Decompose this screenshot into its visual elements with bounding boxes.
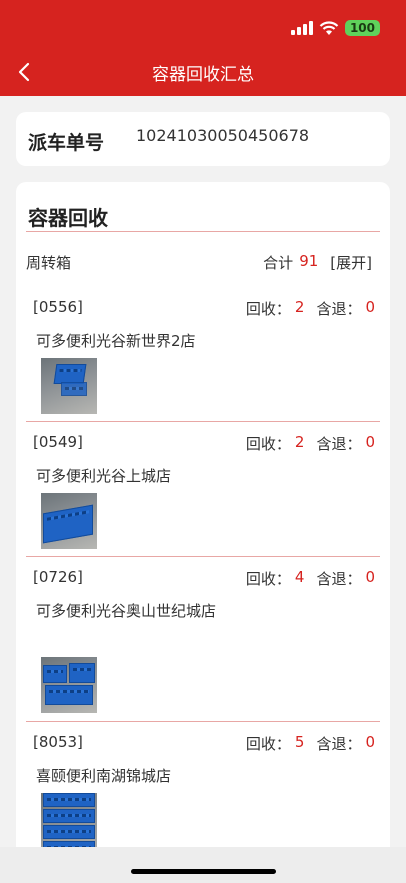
expand-button[interactable]: [展开] xyxy=(330,252,372,273)
dispatch-card: 派车单号 10241030050450678 xyxy=(16,112,390,166)
store-code: [0556] xyxy=(33,298,83,316)
section-title: 容器回收 xyxy=(28,206,108,230)
return-count: 0 xyxy=(365,298,375,316)
recycle-count: 2 xyxy=(294,433,305,451)
return-count: 0 xyxy=(365,733,375,751)
store-name: 可多便利光谷上城店 xyxy=(36,467,172,485)
app-header: 100 容器回收汇总 xyxy=(0,0,406,96)
container-photo[interactable] xyxy=(41,358,97,414)
return-count: 0 xyxy=(365,433,375,451)
store-name: 可多便利光谷新世界2店 xyxy=(36,332,196,350)
list-item[interactable]: [0549] 回收： 2 含退： 0 可多便利光谷上城店 xyxy=(26,422,380,557)
return-count: 0 xyxy=(365,568,375,586)
recycle-count: 2 xyxy=(294,298,305,316)
battery-indicator: 100 xyxy=(344,20,380,36)
total-count: 91 xyxy=(299,252,319,270)
return-label: 含退： xyxy=(316,300,362,318)
recycle-count: 5 xyxy=(294,733,305,751)
list-item[interactable]: [0726] 回收： 4 含退： 0 可多便利光谷奥山世纪城店 xyxy=(26,557,380,722)
recycle-label: 回收： xyxy=(245,735,291,753)
dispatch-number-value: 10241030050450678 xyxy=(136,126,310,145)
recycle-count: 4 xyxy=(294,568,305,586)
home-indicator-area xyxy=(0,847,406,883)
store-code: [0549] xyxy=(33,433,83,451)
store-code: [0726] xyxy=(33,568,83,586)
status-bar-icons: 100 xyxy=(290,20,380,36)
store-name: 可多便利光谷奥山世纪城店 xyxy=(36,602,217,620)
home-indicator[interactable] xyxy=(131,869,276,874)
signal-icon xyxy=(290,21,313,35)
page-title: 容器回收汇总 xyxy=(152,65,254,85)
dispatch-number-label: 派车单号 xyxy=(28,132,105,154)
list-item[interactable]: [8053] 回收： 5 含退： 0 喜颐便利南湖锦城店 xyxy=(26,722,380,862)
wifi-icon xyxy=(319,20,339,35)
store-code: [8053] xyxy=(33,733,83,751)
return-label: 含退： xyxy=(316,570,362,588)
container-recycle-card: 容器回收 周转箱 合计 91 [展开] [0556] 回收： 2 含退： 0 可… xyxy=(16,182,390,862)
return-label: 含退： xyxy=(316,735,362,753)
summary-row: 周转箱 合计 91 [展开] xyxy=(26,252,380,274)
store-name: 喜颐便利南湖锦城店 xyxy=(36,767,172,785)
container-type: 周转箱 xyxy=(26,254,72,272)
recycle-label: 回收： xyxy=(245,300,291,318)
total-label: 合计 xyxy=(263,254,294,272)
list-item[interactable]: [0556] 回收： 2 含退： 0 可多便利光谷新世界2店 xyxy=(26,287,380,422)
recycle-label: 回收： xyxy=(245,570,291,588)
return-label: 含退： xyxy=(316,435,362,453)
container-photo[interactable] xyxy=(41,657,97,713)
section-divider xyxy=(26,231,380,232)
recycle-label: 回收： xyxy=(245,435,291,453)
container-photo[interactable] xyxy=(41,493,97,549)
